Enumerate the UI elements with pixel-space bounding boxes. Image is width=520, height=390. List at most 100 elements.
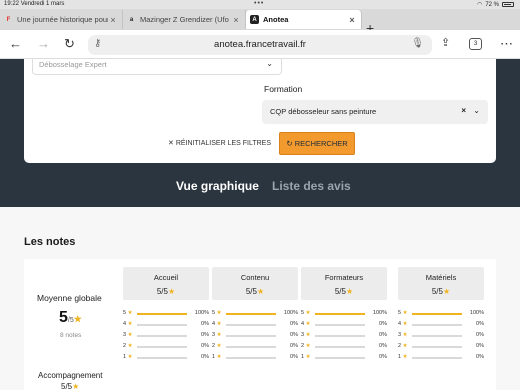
microphone-icon[interactable]: 🎙 (411, 38, 424, 49)
percent-label: 0% (290, 332, 298, 338)
percent-label: 0% (476, 321, 484, 327)
tab-title: Une journée historique pour (17, 15, 108, 24)
star-icon: ★ (167, 287, 176, 296)
tab-anotea[interactable]: A Anotea × (246, 10, 362, 29)
formation-select[interactable]: CQP débosseleur sans peinture × ⌄ (262, 100, 488, 124)
back-icon[interactable]: ← (9, 36, 22, 51)
level-label: 1 ★ (398, 354, 408, 360)
organisme-select[interactable]: Débosselage Expert ⌄ (32, 59, 282, 75)
star-icon: ★ (402, 343, 408, 349)
level-label: 5 ★ (301, 310, 311, 316)
level-label: 4 ★ (301, 321, 311, 327)
level-label: 5 ★ (398, 310, 408, 316)
progress-bar (226, 313, 276, 315)
progress-bar (315, 357, 365, 359)
close-icon[interactable]: × (347, 15, 357, 25)
level-label: 5 ★ (212, 310, 222, 316)
tab-title: Mazinger Z Grendizer (Ufo (140, 15, 229, 24)
progress-fill (137, 313, 187, 315)
section-title: Les notes (24, 236, 76, 248)
multitasking-dots[interactable]: ••• (254, 0, 264, 7)
progress-bar (412, 357, 462, 359)
tab-mazinger[interactable]: a Mazinger Z Grendizer (Ufo × (123, 10, 246, 29)
close-icon[interactable]: × (108, 15, 118, 25)
star-icon: ★ (256, 287, 265, 296)
distribution-row: 3 ★ 0% (123, 332, 209, 343)
progress-bar (315, 313, 365, 315)
chevron-down-icon[interactable]: ⌄ (473, 106, 480, 115)
distribution-row: 4 ★ 0% (301, 321, 387, 332)
progress-bar (315, 346, 365, 348)
star-icon: ★ (216, 332, 222, 338)
tab-vue-graphique[interactable]: Vue graphique (176, 179, 259, 193)
share-icon[interactable]: ⇪ (441, 36, 450, 49)
progress-bar (315, 335, 365, 337)
reset-filters-button[interactable]: ✕ RÉINITIALISER LES FILTRES (168, 139, 271, 147)
level-label: 1 ★ (301, 354, 311, 360)
level-label: 1 ★ (212, 354, 222, 360)
percent-label: 0% (201, 354, 209, 360)
star-icon: ★ (216, 310, 222, 316)
average-value: 5/5★ (59, 309, 82, 326)
level-label: 2 ★ (123, 343, 133, 349)
star-icon: ★ (127, 354, 133, 360)
distribution-matériels: 5 ★ 100% 4 ★ 0% 3 ★ 0% 2 ★ 0% 1 ★ 0% (398, 310, 484, 365)
accompagnement-label: Accompagnement (38, 371, 103, 380)
address-bar[interactable]: ⚷ anotea.francetravail.fr 🎙 (88, 35, 432, 55)
distribution-row: 1 ★ 0% (301, 354, 387, 365)
star-icon: ★ (72, 382, 80, 390)
browser-toolbar: ← → ↻ ⚷ anotea.francetravail.fr 🎙 ⇪ 3 ⋯ (0, 30, 520, 59)
progress-bar (137, 357, 187, 359)
star-icon: ★ (305, 354, 311, 360)
battery-icon (502, 2, 514, 7)
level-label: 2 ★ (398, 343, 408, 349)
level-label: 3 ★ (301, 332, 311, 338)
url-text[interactable]: anotea.francetravail.fr (88, 39, 432, 50)
star-icon: ★ (216, 354, 222, 360)
progress-bar (137, 335, 187, 337)
tab-une-journee[interactable]: F Une journée historique pour × (0, 10, 123, 29)
tab-liste-avis[interactable]: Liste des avis (272, 179, 351, 193)
average-label: Moyenne globale (37, 293, 102, 303)
progress-bar (412, 335, 462, 337)
percent-label: 0% (201, 332, 209, 338)
status-right: ◠ 72 % (477, 1, 514, 8)
progress-fill (226, 313, 276, 315)
progress-bar (226, 335, 276, 337)
tab-count-button[interactable]: 3 (469, 38, 482, 50)
star-icon: ★ (402, 332, 408, 338)
star-icon: ★ (442, 287, 451, 296)
level-label: 4 ★ (212, 321, 222, 327)
percent-label: 0% (476, 343, 484, 349)
close-icon[interactable]: × (231, 15, 241, 25)
reload-icon[interactable]: ↻ (64, 36, 75, 52)
chevron-down-icon: ⌄ (266, 59, 273, 68)
distribution-row: 1 ★ 0% (212, 354, 298, 365)
distribution-row: 2 ★ 0% (123, 343, 209, 354)
more-icon[interactable]: ⋯ (500, 36, 513, 52)
distribution-row: 5 ★ 100% (123, 310, 209, 321)
star-icon: ★ (127, 310, 133, 316)
clear-icon[interactable]: × (461, 106, 466, 115)
star-icon: ★ (305, 321, 311, 327)
search-button[interactable]: ↻ RECHERCHER (279, 132, 355, 155)
star-icon: ★ (402, 321, 408, 327)
progress-bar (226, 324, 276, 326)
criterion-value: 5/5★ (334, 287, 354, 296)
level-label: 4 ★ (398, 321, 408, 327)
level-label: 1 ★ (123, 354, 133, 360)
progress-bar (315, 324, 365, 326)
forward-icon[interactable]: → (37, 36, 50, 51)
percent-label: 0% (476, 354, 484, 360)
progress-fill (412, 313, 462, 315)
percent-label: 0% (201, 321, 209, 327)
tab-title: Anotea (263, 15, 289, 24)
criterion-label: Accueil (153, 273, 179, 282)
progress-bar (412, 324, 462, 326)
percent-label: 0% (201, 343, 209, 349)
criterion-label: Contenu (240, 273, 270, 282)
distribution-row: 5 ★ 100% (212, 310, 298, 321)
star-icon: ★ (305, 343, 311, 349)
tab-favicon: A (250, 15, 259, 24)
distribution-row: 1 ★ 0% (123, 354, 209, 365)
